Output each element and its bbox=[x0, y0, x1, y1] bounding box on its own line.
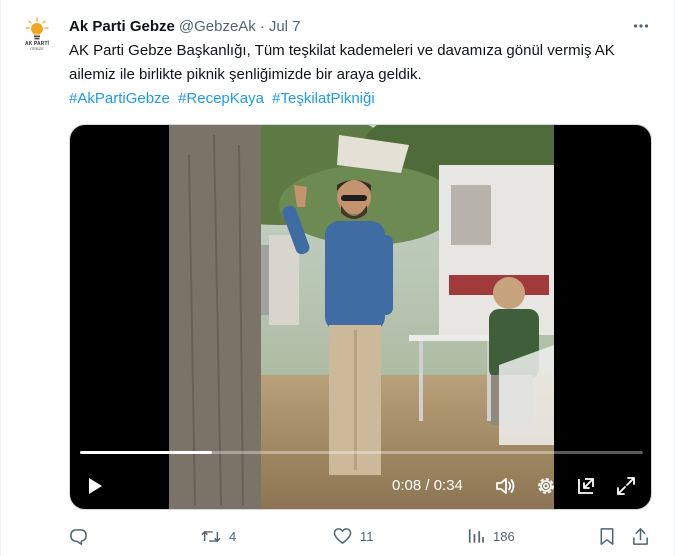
video-player[interactable]: 0:08 / 0:34 bbox=[69, 124, 652, 510]
ak-party-logo-icon bbox=[25, 17, 49, 40]
avatar[interactable]: AK PARTİ GEBZE bbox=[17, 14, 57, 54]
play-button[interactable] bbox=[84, 475, 106, 497]
pop-out-icon bbox=[578, 478, 594, 494]
retweet-icon bbox=[201, 530, 221, 542]
tweet-date[interactable]: Jul 7 bbox=[269, 18, 301, 35]
tweet-actions: 4 11 186 bbox=[69, 524, 651, 548]
retweet-count: 4 bbox=[229, 528, 237, 544]
bookmark-icon bbox=[600, 527, 614, 545]
views-count: 186 bbox=[493, 528, 515, 544]
more-icon bbox=[633, 24, 649, 28]
views-button[interactable]: 186 bbox=[466, 524, 515, 548]
retweet-button[interactable]: 4 bbox=[201, 524, 236, 548]
pop-out-button[interactable] bbox=[574, 474, 598, 498]
video-time: 0:08 / 0:34 bbox=[392, 477, 463, 494]
hashtag-list: #AkPartiGebze #RecepKaya #TeşkilatPikniğ… bbox=[69, 87, 379, 111]
progress-bar[interactable] bbox=[80, 451, 643, 454]
bookmark-button[interactable] bbox=[599, 524, 615, 548]
fullscreen-button[interactable] bbox=[614, 474, 638, 498]
share-button[interactable] bbox=[631, 524, 650, 548]
user-handle[interactable]: @GebzeAk bbox=[179, 18, 256, 35]
volume-icon bbox=[496, 478, 515, 494]
mute-button[interactable] bbox=[493, 474, 517, 498]
tweet-header: Ak Parti Gebze @GebzeAk · Jul 7 bbox=[69, 15, 301, 37]
hashtag-link[interactable]: #RecepKaya bbox=[178, 90, 264, 107]
like-button[interactable]: 11 bbox=[333, 524, 374, 548]
play-icon bbox=[89, 478, 102, 494]
more-options-button[interactable] bbox=[631, 16, 651, 36]
hashtag-link[interactable]: #TeşkilatPikniği bbox=[272, 90, 375, 107]
gear-icon bbox=[538, 478, 554, 494]
settings-button[interactable] bbox=[534, 474, 558, 498]
reply-icon bbox=[70, 528, 87, 545]
reply-button[interactable] bbox=[69, 524, 88, 548]
video-controls: 0:08 / 0:34 bbox=[70, 443, 651, 509]
progress-bar-fill bbox=[80, 451, 213, 454]
share-icon bbox=[633, 527, 648, 545]
separator-dot: · bbox=[259, 17, 265, 35]
heart-icon bbox=[333, 528, 352, 544]
tweet-card[interactable]: AK PARTİ GEBZE Ak Parti Gebze @GebzeAk ·… bbox=[0, 0, 675, 556]
tweet-text: AK Parti Gebze Başkanlığı, Tüm teşkilat … bbox=[69, 42, 615, 83]
avatar-logo-subtext: GEBZE bbox=[30, 46, 44, 51]
views-icon bbox=[468, 529, 484, 543]
like-count: 11 bbox=[360, 528, 374, 544]
hashtag-link[interactable]: #AkPartiGebze bbox=[69, 90, 170, 107]
fullscreen-icon bbox=[617, 477, 635, 495]
display-name[interactable]: Ak Parti Gebze bbox=[69, 18, 175, 35]
